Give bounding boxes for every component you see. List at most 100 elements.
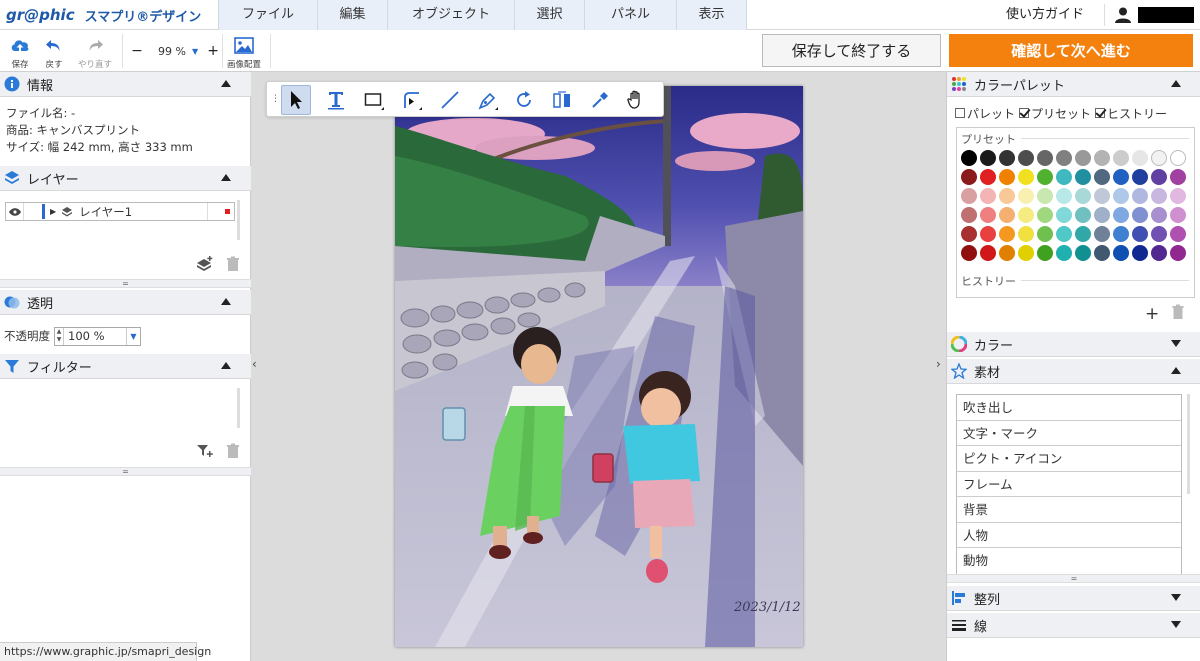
add-color-button[interactable]: + [1145, 304, 1159, 324]
delete-layer-trash-icon[interactable] [225, 256, 241, 272]
color-swatch[interactable] [961, 207, 977, 223]
color-swatch[interactable] [1094, 207, 1110, 223]
filter-panel-header[interactable]: フィルター [0, 354, 251, 379]
color-swatch[interactable] [1170, 188, 1186, 204]
preset-checkbox[interactable] [1019, 108, 1030, 118]
color-swatch[interactable] [1170, 169, 1186, 185]
opacity-dropdown-icon[interactable]: ▼ [126, 327, 140, 345]
collapse-icon[interactable] [221, 362, 231, 369]
color-swatch[interactable] [1094, 245, 1110, 261]
color-swatch[interactable] [961, 169, 977, 185]
color-swatch[interactable] [1151, 226, 1167, 242]
collapse-left-panel-icon[interactable]: ‹ [252, 357, 262, 371]
user-icon[interactable] [1114, 6, 1132, 24]
filter-scrollbar[interactable] [237, 388, 240, 428]
pen-tool[interactable] [473, 85, 503, 115]
color-swatch[interactable] [961, 226, 977, 242]
color-swatch[interactable] [980, 226, 996, 242]
collapse-icon[interactable] [221, 298, 231, 305]
color-swatch[interactable] [1075, 245, 1091, 261]
visibility-eye-icon[interactable] [6, 203, 24, 220]
color-swatch[interactable] [999, 207, 1015, 223]
add-filter-icon[interactable] [197, 443, 213, 459]
material-category-item[interactable]: ピクト・アイコン [957, 446, 1181, 472]
color-swatch[interactable] [999, 150, 1015, 166]
color-swatch[interactable] [961, 245, 977, 261]
collapse-icon[interactable] [1171, 80, 1181, 87]
menu-item[interactable]: 表示 [676, 0, 747, 30]
info-panel-header[interactable]: 情報 [0, 72, 251, 97]
save-button[interactable]: 保存 [6, 32, 34, 70]
color-swatch[interactable] [1018, 188, 1034, 204]
layers-panel-header[interactable]: レイヤー [0, 166, 251, 191]
color-swatch[interactable] [980, 169, 996, 185]
color-swatch[interactable] [1132, 150, 1148, 166]
color-swatch[interactable] [1170, 150, 1186, 166]
color-swatch[interactable] [1170, 245, 1186, 261]
color-swatch[interactable] [980, 188, 996, 204]
color-swatch[interactable] [1151, 169, 1167, 185]
select-tool[interactable] [281, 85, 311, 115]
color-panel-header[interactable]: カラー [947, 332, 1200, 357]
color-swatch[interactable] [1018, 169, 1034, 185]
color-swatch[interactable] [1056, 207, 1072, 223]
menu-item[interactable]: パネル [584, 0, 676, 30]
color-swatch[interactable] [1170, 207, 1186, 223]
text-tool[interactable] [321, 85, 351, 115]
material-category-item[interactable]: 文字・マーク [957, 421, 1181, 446]
color-swatch[interactable] [1113, 169, 1129, 185]
user-name-redacted[interactable] [1138, 7, 1194, 23]
color-swatch[interactable] [1113, 207, 1129, 223]
color-swatch[interactable] [1132, 226, 1148, 242]
add-layer-icon[interactable] [197, 256, 213, 272]
color-swatch[interactable] [1151, 188, 1167, 204]
line-tool[interactable] [435, 85, 465, 115]
color-swatch[interactable] [1075, 226, 1091, 242]
color-swatch[interactable] [1113, 150, 1129, 166]
panel-resize-handle[interactable]: = [0, 279, 251, 288]
opacity-input[interactable]: ▲ ▼ 100 % ▼ [54, 326, 141, 346]
material-category-item[interactable]: 動物 [957, 548, 1181, 574]
color-swatch[interactable] [1056, 188, 1072, 204]
menu-item[interactable]: オブジェクト [387, 0, 514, 30]
color-swatch[interactable] [1094, 150, 1110, 166]
color-swatch[interactable] [980, 245, 996, 261]
palette-checkbox[interactable] [955, 108, 965, 118]
expand-icon[interactable] [1171, 621, 1181, 628]
delete-color-trash-icon[interactable] [1171, 304, 1185, 320]
color-swatch[interactable] [1132, 245, 1148, 261]
align-panel-header[interactable]: 整列 [947, 586, 1200, 611]
menu-item[interactable]: 編集 [317, 0, 387, 30]
image-layout-button[interactable]: 画像配置 [224, 32, 264, 70]
color-swatch[interactable] [999, 188, 1015, 204]
zoom-value[interactable]: 99 % [158, 45, 186, 58]
color-swatch[interactable] [1056, 169, 1072, 185]
confirm-and-next-button[interactable]: 確認して次へ進む [949, 34, 1193, 67]
color-swatch[interactable] [1113, 226, 1129, 242]
color-swatch[interactable] [1037, 207, 1053, 223]
material-category-item[interactable]: 人物 [957, 523, 1181, 548]
color-swatch[interactable] [1018, 150, 1034, 166]
color-swatch[interactable] [1151, 245, 1167, 261]
color-swatch[interactable] [1132, 207, 1148, 223]
flip-tool[interactable] [547, 85, 577, 115]
expand-icon[interactable] [1171, 594, 1181, 601]
color-swatch[interactable] [1151, 207, 1167, 223]
eyedropper-tool[interactable] [585, 85, 615, 115]
color-swatch[interactable] [1094, 226, 1110, 242]
material-scrollbar[interactable] [1187, 394, 1190, 494]
color-swatch[interactable] [999, 169, 1015, 185]
color-swatch[interactable] [1056, 226, 1072, 242]
color-swatch[interactable] [980, 150, 996, 166]
color-swatch[interactable] [1132, 188, 1148, 204]
layer-row[interactable]: ▶ レイヤー1 [5, 202, 235, 221]
collapse-icon[interactable] [221, 174, 231, 181]
color-swatch[interactable] [1094, 169, 1110, 185]
color-swatch[interactable] [1075, 207, 1091, 223]
color-swatch[interactable] [999, 245, 1015, 261]
color-swatch[interactable] [1056, 150, 1072, 166]
color-palette-panel-header[interactable]: カラーパレット [947, 72, 1200, 97]
app-logo[interactable]: gr@phic スマプリ®デザイン [6, 5, 201, 25]
history-checkbox[interactable] [1095, 108, 1106, 118]
material-category-item[interactable]: 背景 [957, 497, 1181, 523]
